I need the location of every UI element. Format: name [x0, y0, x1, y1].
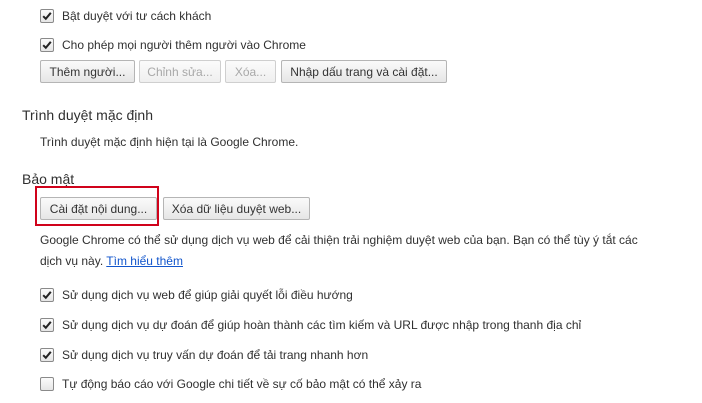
checkmark-icon: [42, 12, 52, 21]
learn-more-link[interactable]: Tìm hiểu thêm: [106, 254, 183, 268]
privacy-option-row[interactable]: Sử dụng dịch vụ web để giúp giải quyết l…: [40, 287, 353, 303]
checkmark-icon: [42, 351, 52, 360]
safe-browsing-report-label: Tự động báo cáo với Google chi tiết về s…: [62, 377, 422, 391]
privacy-option-row[interactable]: Tự động báo cáo với Google chi tiết về s…: [40, 376, 421, 392]
default-browser-status: Trình duyệt mặc định hiện tại là Google …: [40, 135, 299, 149]
highlight-box: [35, 186, 159, 226]
checkmark-icon: [42, 41, 52, 50]
import-bookmarks-button[interactable]: Nhập dấu trang và cài đặt...: [281, 60, 447, 83]
navigation-errors-checkbox[interactable]: [40, 288, 54, 302]
checkmark-icon: [42, 321, 52, 330]
default-browser-title: Trình duyệt mặc định: [22, 107, 153, 123]
navigation-errors-label: Sử dụng dịch vụ web để giúp giải quyết l…: [62, 288, 353, 302]
guest-browsing-label: Bật duyệt với tư cách khách: [62, 9, 212, 23]
prefetch-label: Sử dụng dịch vụ truy vấn dự đoán để tải …: [62, 348, 369, 362]
clear-browsing-data-button[interactable]: Xóa dữ liệu duyệt web...: [163, 197, 310, 220]
guest-browsing-row[interactable]: Bật duyệt với tư cách khách: [40, 8, 211, 24]
remove-person-button[interactable]: Xóa...: [225, 60, 276, 83]
prediction-service-checkbox[interactable]: [40, 318, 54, 332]
privacy-title: Bảo mật: [22, 171, 75, 187]
safe-browsing-report-checkbox[interactable]: [40, 377, 54, 391]
add-person-button[interactable]: Thêm người...: [40, 60, 135, 83]
anyone-add-person-label: Cho phép mọi người thêm người vào Chrome: [62, 38, 306, 52]
prefetch-checkbox[interactable]: [40, 348, 54, 362]
privacy-option-row[interactable]: Sử dụng dịch vụ truy vấn dự đoán để tải …: [40, 347, 368, 363]
anyone-add-person-row[interactable]: Cho phép mọi người thêm người vào Chrome: [40, 37, 306, 53]
anyone-add-person-checkbox[interactable]: [40, 38, 54, 52]
guest-browsing-checkbox[interactable]: [40, 9, 54, 23]
checkmark-icon: [42, 291, 52, 300]
prediction-service-label: Sử dụng dịch vụ dự đoán để giúp hoàn thà…: [62, 318, 582, 332]
privacy-description-line1: Google Chrome có thể sử dụng dịch vụ web…: [40, 233, 638, 247]
privacy-description-line2: dịch vụ này. Tìm hiểu thêm: [40, 254, 183, 268]
privacy-description-text: dịch vụ này.: [40, 254, 104, 268]
privacy-option-row[interactable]: Sử dụng dịch vụ dự đoán để giúp hoàn thà…: [40, 317, 581, 333]
edit-person-button[interactable]: Chỉnh sửa...: [139, 60, 221, 83]
